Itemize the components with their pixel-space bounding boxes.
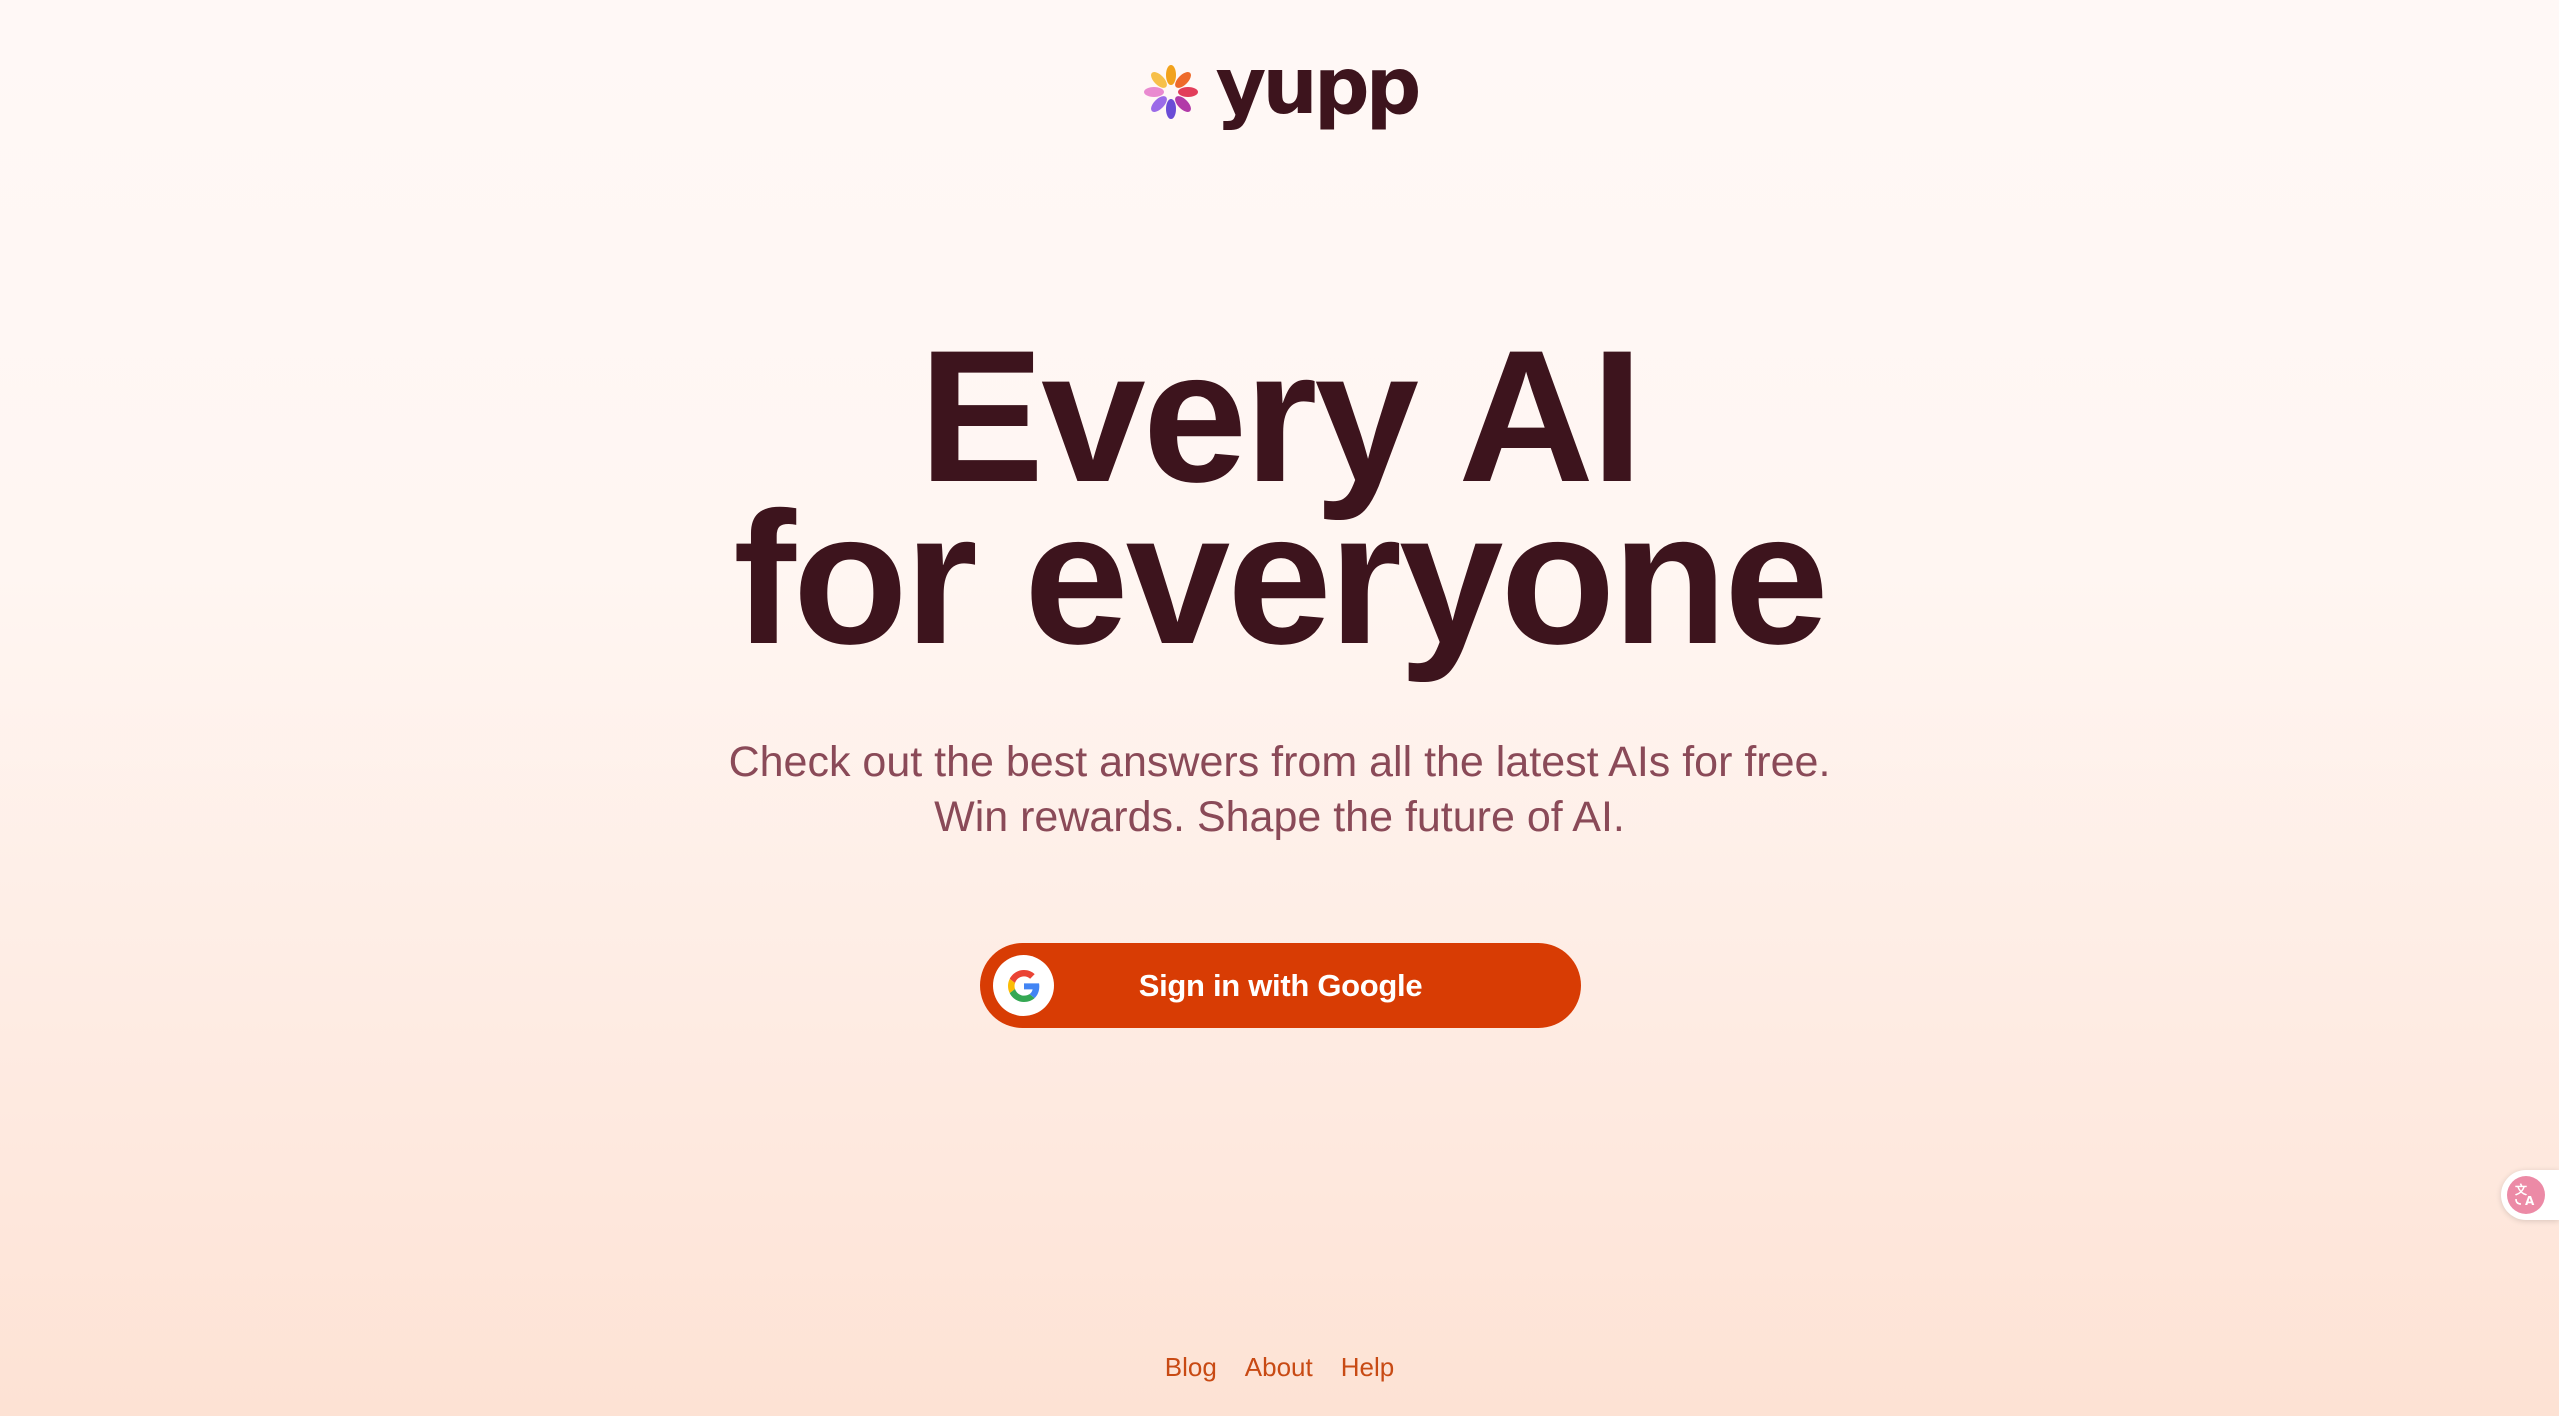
hero-title-line2: for everyone [733,473,1828,683]
footer-nav: Blog About Help [0,1352,2559,1383]
translate-widget[interactable]: 文 A [2501,1170,2559,1220]
hero-title: Every AI for everyone [0,322,2559,683]
hero-subtitle-line2: Win rewards. Shape the future of AI. [934,793,1625,841]
hero-subtitle: Check out the best answers from all the … [0,735,2559,845]
sign-in-with-google-button[interactable]: Sign in with Google [980,943,1581,1028]
svg-text:A: A [2525,1194,2535,1208]
footer-link-help[interactable]: Help [1341,1352,1394,1383]
brand-logo[interactable]: yupp [0,48,2559,132]
brand-name: yupp [1215,42,1421,132]
yupp-flower-icon [1144,65,1199,119]
google-badge [993,955,1054,1016]
google-icon [1007,969,1039,1002]
sign-in-label: Sign in with Google [1138,967,1423,1003]
footer-link-about[interactable]: About [1245,1352,1313,1383]
footer-link-blog[interactable]: Blog [1165,1352,1217,1383]
hero-subtitle-line1: Check out the best answers from all the … [728,738,1831,786]
translate-icon: 文 A [2507,1176,2545,1214]
